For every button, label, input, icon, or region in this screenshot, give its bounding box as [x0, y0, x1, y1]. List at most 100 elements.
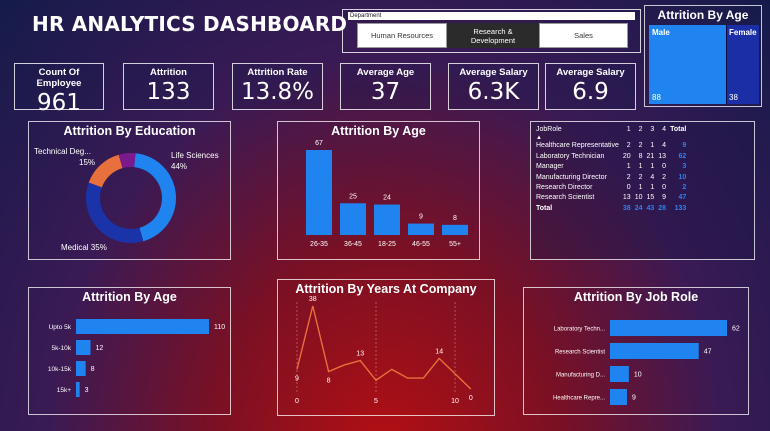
- jobrole-bar-3[interactable]: [610, 389, 627, 405]
- treemap-male[interactable]: Male 88: [649, 25, 726, 104]
- header-1[interactable]: 1: [621, 125, 633, 135]
- years-panel: Attrition By Years At Company 0 5 10 9 38 8 13…: [277, 279, 495, 416]
- table-row: Manufacturing Director 2 2 4 2 10: [536, 173, 687, 181]
- years-data-label: 9: [295, 375, 299, 382]
- kpi-average-salary: Average Salary 6.3K: [448, 63, 539, 110]
- slicer-label: Department: [350, 13, 382, 19]
- jobrole-bar-category: Research Scientist: [555, 350, 605, 356]
- salary-bar-chart: Upto 5k 110 5k-10k 12 10k-15k 8 15k+ 3: [48, 319, 225, 397]
- jobrole-bar-panel: Attrition By Job Role Laboratory Techn..…: [523, 287, 749, 415]
- jobrole-bar-1[interactable]: [610, 343, 699, 359]
- x-tick-label: 0: [295, 398, 299, 405]
- age-bar-category: 18-25: [378, 241, 396, 248]
- header-4[interactable]: 4: [656, 125, 668, 135]
- age-bar-category: 36-45: [344, 241, 362, 248]
- slicer-option-human-resources[interactable]: Human Resources: [357, 23, 447, 48]
- salary-panel: Attrition By Age Upto 5k 110 5k-10k 12 10k-1…: [28, 287, 231, 415]
- kpi-count-of-employee: Count Of Employee 961: [14, 63, 104, 116]
- gender-panel-title: Attrition By Age: [657, 8, 749, 22]
- kpi-value: 961: [37, 90, 81, 116]
- jobrole-bar-category: Healthcare Repre...: [553, 396, 605, 402]
- age-bar-value: 25: [349, 193, 357, 200]
- age-bar-1[interactable]: [340, 203, 366, 235]
- table-row: Research Director 0 1 1 0 2: [536, 184, 687, 192]
- years-data-label: 13: [356, 351, 364, 358]
- age-bar-category: 55+: [449, 241, 461, 248]
- kpi-attrition-rate: Attrition Rate 13.8%: [232, 63, 323, 110]
- education-panel: Attrition By Education Life Sciences 44%…: [28, 121, 231, 260]
- age-bar-3[interactable]: [408, 223, 434, 235]
- years-line-chart: 0 5 10 9 38 8 13 14 0: [295, 296, 473, 405]
- header-2[interactable]: 2: [633, 125, 645, 135]
- kpi-value: 13.8%: [240, 79, 315, 105]
- jobrole-matrix-panel: JobRole 1 2 3 4 Total ▲ Healthcare Repre…: [530, 121, 755, 260]
- salary-bar-2[interactable]: [76, 361, 86, 376]
- label-technical: Technical Deg...: [34, 147, 91, 156]
- slicer-option-research-development[interactable]: Research & Development: [447, 23, 539, 48]
- header-total[interactable]: Total: [668, 125, 688, 135]
- jobrole-bar-value: 47: [704, 349, 712, 356]
- jobrole-bar-value: 10: [634, 372, 642, 379]
- jobrole-bar-2[interactable]: [610, 366, 629, 382]
- donut-slice-1[interactable]: [86, 182, 144, 243]
- salary-bar-value: 12: [96, 345, 104, 352]
- table-row: Laboratory Technician 20 8 21 13 62: [536, 152, 687, 160]
- slicer-option-label: Sales: [574, 31, 593, 40]
- donut-slice-0[interactable]: [134, 153, 176, 242]
- jobrole-bar-category: Manufacturing D...: [556, 373, 605, 379]
- label-life-sciences: Life Sciences: [171, 151, 219, 160]
- age-bar-2[interactable]: [374, 204, 400, 235]
- kpi-label: Average Age: [356, 67, 415, 78]
- slicer-option-label: Human Resources: [370, 31, 434, 40]
- kpi-average-age: Average Age 37: [340, 63, 431, 110]
- slicer-label-box[interactable]: Department: [348, 12, 635, 20]
- table-header-row: JobRole 1 2 3 4 Total: [534, 125, 688, 135]
- years-data-label: 0: [469, 395, 473, 402]
- age-bar-category: 26-35: [310, 241, 328, 248]
- age-bar-category: 46-55: [412, 241, 430, 248]
- kpi-label: Average Salary: [556, 67, 625, 78]
- years-data-label: 14: [435, 348, 443, 355]
- kpi-average-salary-2: Average Salary 6.9: [545, 63, 636, 110]
- salary-bar-0[interactable]: [76, 319, 209, 334]
- jobrole-bar-chart: Laboratory Techn... 62 Research Scientist 4…: [553, 320, 740, 405]
- salary-bar-3[interactable]: [76, 382, 80, 397]
- x-tick-label: 5: [374, 398, 378, 405]
- kpi-attrition: Attrition 133: [123, 63, 214, 110]
- treemap-male-label: Male: [652, 28, 670, 37]
- kpi-label: Count Of Employee: [36, 67, 82, 89]
- salary-bar-category: 5k-10k: [51, 345, 71, 352]
- salary-bar-value: 3: [85, 387, 89, 394]
- age-vertical-panel: Attrition By Age 67 26-35 25 36-45 24 18-25 9 4…: [277, 121, 480, 260]
- salary-bar-1[interactable]: [76, 340, 91, 355]
- kpi-label: Attrition Rate: [247, 67, 308, 78]
- gender-panel: Attrition By Age Male 88 Female 38: [644, 5, 762, 107]
- kpi-value: 6.9: [572, 79, 609, 105]
- treemap-female[interactable]: Female 38: [726, 25, 759, 104]
- age-bar-4[interactable]: [442, 224, 468, 235]
- jobrole-bar-value: 62: [732, 326, 740, 333]
- years-data-label: 38: [309, 296, 317, 303]
- table-row: Research Scientist 13 10 15 9 47: [536, 194, 687, 202]
- jobrole-table: JobRole 1 2 3 4 Total ▲ Healthcare Repre…: [534, 125, 688, 214]
- jobrole-bar-0[interactable]: [610, 320, 727, 336]
- header-3[interactable]: 3: [644, 125, 656, 135]
- education-donut-chart: Life Sciences 44% Technical Deg... 15% M…: [34, 147, 219, 252]
- age-bar-0[interactable]: [306, 150, 332, 235]
- age-bar-value: 8: [453, 215, 457, 222]
- salary-bar-value: 8: [91, 366, 95, 373]
- label-life-sciences-pct: 44%: [171, 162, 187, 171]
- kpi-value: 133: [146, 79, 191, 105]
- salary-bar-category: 15k+: [57, 387, 71, 394]
- treemap-female-value: 38: [729, 93, 738, 102]
- slicer-option-sales[interactable]: Sales: [539, 23, 628, 48]
- years-line-series[interactable]: [296, 305, 472, 390]
- jobrole-bar-category: Laboratory Techn...: [554, 327, 606, 333]
- kpi-label: Average Salary: [459, 67, 528, 78]
- x-tick-label: 10: [451, 398, 459, 405]
- years-data-label: 8: [327, 378, 331, 385]
- treemap-male-value: 88: [652, 93, 661, 102]
- salary-bar-category: 10k-15k: [48, 366, 72, 373]
- jobrole-bar-value: 9: [632, 395, 636, 402]
- header-jobrole[interactable]: JobRole: [534, 125, 621, 135]
